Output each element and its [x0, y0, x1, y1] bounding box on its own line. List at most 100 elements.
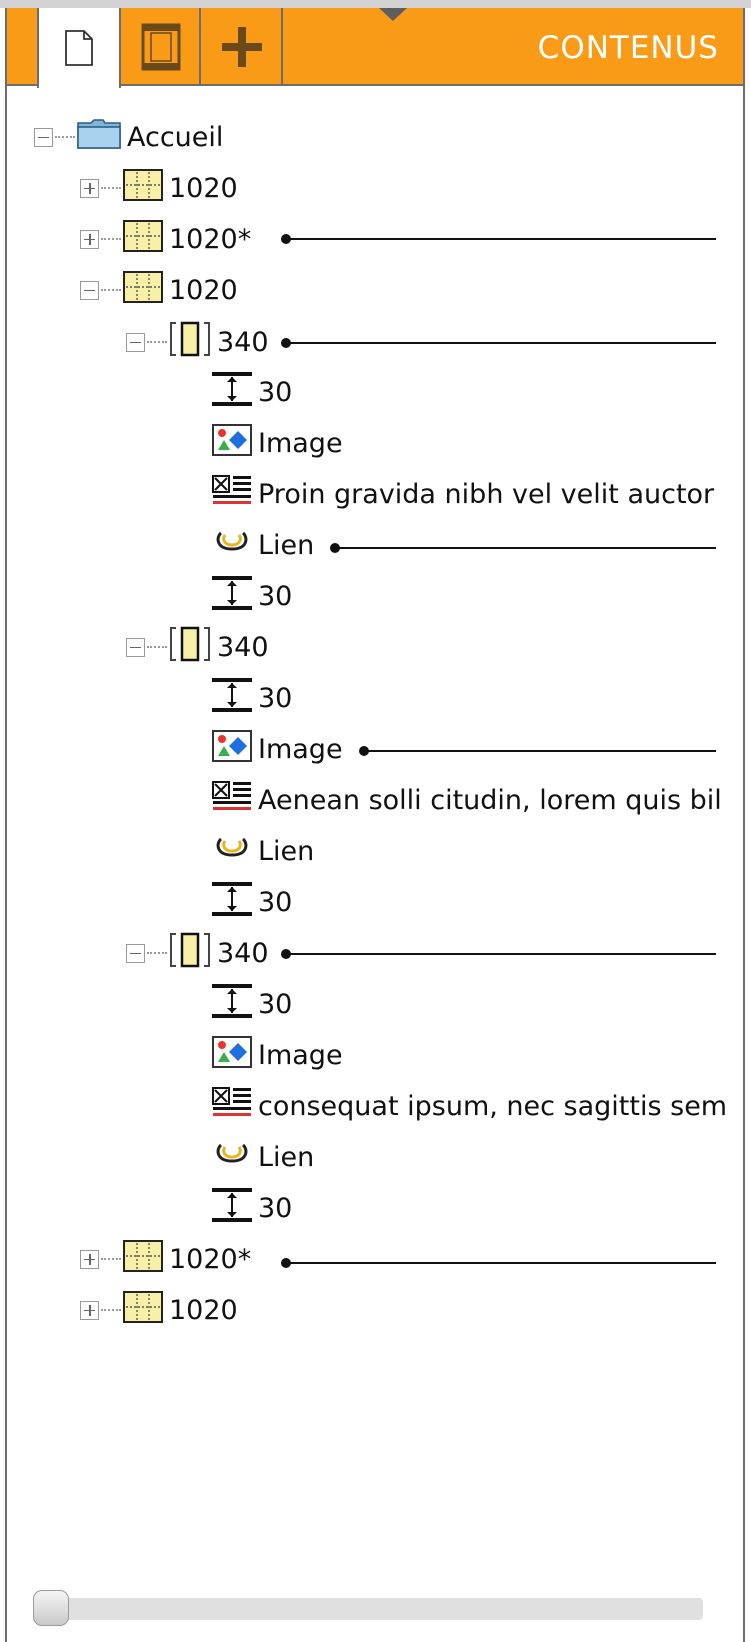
- link-icon: [212, 1139, 252, 1176]
- tree-connector: [55, 136, 75, 138]
- tree-node-label: 1020: [169, 274, 238, 306]
- top-border: [0, 0, 751, 8]
- tree-node[interactable]: 30: [212, 1186, 292, 1230]
- grid-block-icon: [123, 1290, 163, 1330]
- tree-node-label: 340: [217, 631, 269, 663]
- tree-node[interactable]: Aenean solli citudin, lorem quis bil: [212, 778, 722, 822]
- tab-layout[interactable]: [123, 8, 201, 86]
- tree-node-label: 1020*: [169, 1243, 252, 1275]
- grid-block-icon: [123, 270, 163, 310]
- expand-toggle[interactable]: [80, 178, 99, 198]
- expand-toggle[interactable]: [80, 1300, 99, 1320]
- tree-node[interactable]: Lien: [212, 829, 314, 873]
- tree-node-label: Proin gravida nibh vel velit auctor: [258, 478, 715, 510]
- tree-node[interactable]: Proin gravida nibh vel velit auctor: [212, 472, 714, 516]
- tree-node[interactable]: 30: [212, 370, 292, 414]
- tree-connector: [101, 187, 121, 189]
- tree-node[interactable]: Lien: [212, 1135, 314, 1179]
- spacer-icon: [212, 983, 252, 1026]
- column-icon: [169, 626, 211, 669]
- tree-node[interactable]: 1020: [80, 268, 238, 312]
- tree-connector: [147, 952, 167, 954]
- expand-toggle[interactable]: [80, 1249, 99, 1269]
- scrollbar-thumb[interactable]: [33, 1590, 69, 1626]
- tree-node-label: Image: [258, 427, 343, 459]
- image-icon: [212, 729, 252, 769]
- collapse-toggle[interactable]: [126, 332, 145, 352]
- tree-node[interactable]: 340: [126, 625, 269, 669]
- tree-connector: [101, 238, 121, 240]
- spacer-icon: [212, 575, 252, 618]
- tree-node[interactable]: 30: [212, 574, 292, 618]
- collapse-toggle[interactable]: [34, 127, 53, 147]
- callout-line: [335, 547, 716, 549]
- document-icon: [65, 30, 93, 66]
- tab-document[interactable]: [37, 8, 121, 88]
- tree-node[interactable]: 340: [126, 931, 269, 975]
- tree-connector: [101, 1258, 121, 1260]
- spacer-icon: [212, 677, 252, 720]
- tree-node-label: Lien: [258, 835, 315, 867]
- link-icon: [212, 833, 252, 870]
- tree-connector: [101, 289, 121, 291]
- tree-node[interactable]: Image: [212, 421, 343, 465]
- panel-header: CONTENUS: [7, 8, 743, 88]
- tree-node[interactable]: 1020*: [80, 1237, 251, 1281]
- tree-node-label: Image: [258, 733, 343, 765]
- tree-node[interactable]: Image: [212, 1033, 343, 1077]
- tree-node[interactable]: 1020*: [80, 217, 251, 261]
- plus-icon: [222, 27, 262, 67]
- column-icon: [169, 321, 211, 364]
- tree-node-label: Lien: [258, 529, 315, 561]
- column-icon: [169, 932, 211, 975]
- tree-node-label: Accueil: [127, 121, 224, 153]
- image-icon: [212, 1035, 252, 1075]
- image-icon: [212, 423, 252, 463]
- tree-connector: [147, 646, 167, 648]
- tree-node-label: 30: [258, 682, 293, 714]
- text-block-icon: [212, 780, 252, 820]
- layout-icon: [141, 23, 181, 71]
- panel-notch: [379, 8, 407, 21]
- tree-connector: [101, 1309, 121, 1311]
- callout-line: [364, 750, 716, 752]
- collapse-toggle[interactable]: [80, 280, 99, 300]
- tree-node[interactable]: 30: [212, 982, 292, 1026]
- tab-add[interactable]: [203, 8, 283, 86]
- tree-node-label: 340: [217, 937, 269, 969]
- tree-node-label: Aenean solli citudin, lorem quis bil: [258, 784, 722, 816]
- spacer-icon: [212, 881, 252, 924]
- tree-node[interactable]: 1020: [80, 166, 238, 210]
- tree-root-accueil[interactable]: Accueil: [34, 115, 223, 159]
- tree-node-label: Image: [258, 1039, 343, 1071]
- tree-node[interactable]: 30: [212, 880, 292, 924]
- panel-title: CONTENUS: [537, 30, 719, 66]
- callout-line: [286, 953, 716, 955]
- tree-node-label: 30: [258, 1192, 293, 1224]
- text-block-icon: [212, 474, 252, 514]
- tree-node[interactable]: Lien: [212, 523, 314, 567]
- grid-block-icon: [123, 219, 163, 259]
- tree-node-label: consequat ipsum, nec sagittis sem: [258, 1090, 728, 1122]
- expand-toggle[interactable]: [80, 229, 99, 249]
- tree-node-label: 340: [217, 326, 269, 358]
- tree-node[interactable]: Image: [212, 727, 343, 771]
- tree-node-label: 30: [258, 580, 293, 612]
- collapse-toggle[interactable]: [126, 943, 145, 963]
- tree-node-label: 30: [258, 886, 293, 918]
- tree-node[interactable]: 340: [126, 320, 269, 364]
- tree-node[interactable]: 1020: [80, 1288, 238, 1332]
- tree-node-label: 1020*: [169, 223, 252, 255]
- tree-node[interactable]: 30: [212, 676, 292, 720]
- tree-node-label: 30: [258, 988, 293, 1020]
- collapse-toggle[interactable]: [126, 637, 145, 657]
- tree-connector: [147, 341, 167, 343]
- tree-node-label: 30: [258, 376, 293, 408]
- link-icon: [212, 527, 252, 564]
- grid-block-icon: [123, 168, 163, 208]
- tree-node[interactable]: consequat ipsum, nec sagittis sem: [212, 1084, 727, 1128]
- grid-block-icon: [123, 1239, 163, 1279]
- tree-node-label: 1020: [169, 1294, 238, 1326]
- text-block-icon: [212, 1086, 252, 1126]
- horizontal-scrollbar[interactable]: [44, 1598, 703, 1620]
